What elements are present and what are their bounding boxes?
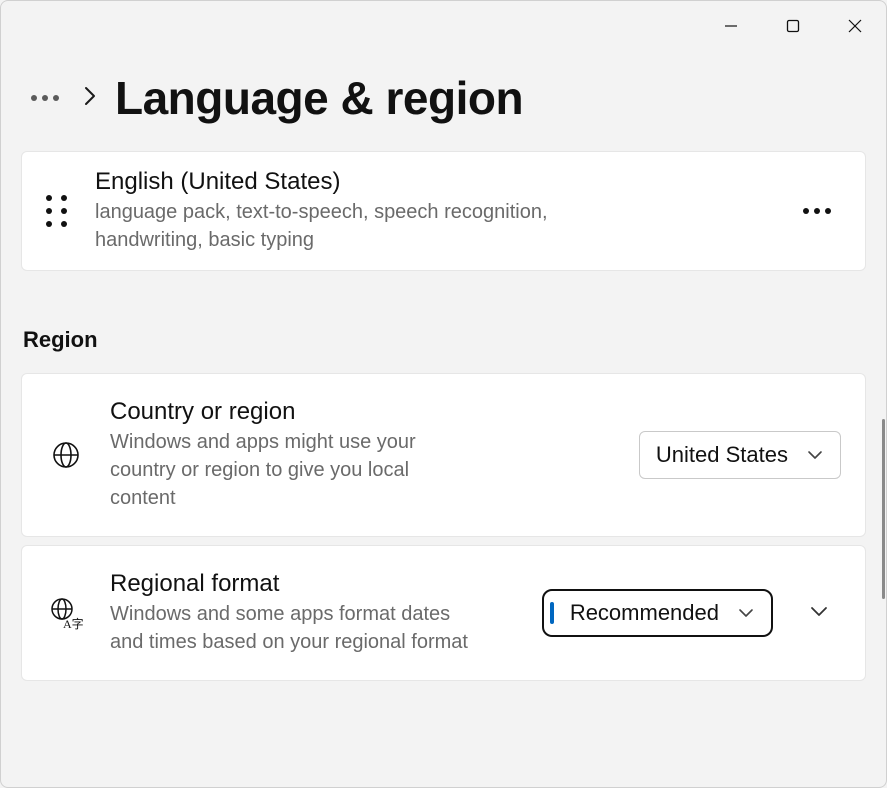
format-dropdown-value: Recommended — [570, 600, 719, 626]
breadcrumb-overflow-icon[interactable] — [25, 89, 65, 107]
region-section-header: Region — [21, 279, 866, 373]
language-item[interactable]: English (United States) language pack, t… — [21, 151, 866, 271]
globe-icon — [46, 440, 86, 470]
scrollbar-thumb[interactable] — [882, 419, 885, 599]
format-title: Regional format — [110, 570, 518, 598]
country-dropdown[interactable]: United States — [639, 431, 841, 479]
format-subtitle: Windows and some apps format dates and t… — [110, 600, 470, 656]
country-dropdown-value: United States — [656, 442, 788, 468]
drag-handle-icon[interactable] — [46, 195, 67, 227]
close-button[interactable] — [824, 7, 886, 45]
minimize-button[interactable] — [700, 7, 762, 45]
more-options-icon[interactable] — [793, 198, 841, 224]
chevron-right-icon — [83, 85, 97, 112]
svg-text:A字: A字 — [63, 616, 83, 630]
language-title: English (United States) — [95, 168, 765, 196]
page-title: Language & region — [115, 71, 523, 125]
regional-format-dropdown[interactable]: Recommended — [542, 589, 773, 637]
chevron-down-icon — [806, 449, 824, 461]
country-subtitle: Windows and apps might use your country … — [110, 428, 470, 512]
country-region-setting: Country or region Windows and apps might… — [21, 373, 866, 537]
chevron-down-icon — [737, 607, 755, 619]
country-title: Country or region — [110, 398, 615, 426]
language-subtitle: language pack, text-to-speech, speech re… — [95, 198, 615, 254]
maximize-button[interactable] — [762, 7, 824, 45]
globe-text-icon: A字 — [46, 596, 86, 630]
window-titlebar — [1, 1, 886, 49]
regional-format-setting: A字 Regional format Windows and some apps… — [21, 545, 866, 681]
expand-button[interactable] — [797, 604, 841, 623]
chevron-down-icon — [809, 604, 829, 618]
breadcrumb: Language & region — [21, 49, 866, 151]
